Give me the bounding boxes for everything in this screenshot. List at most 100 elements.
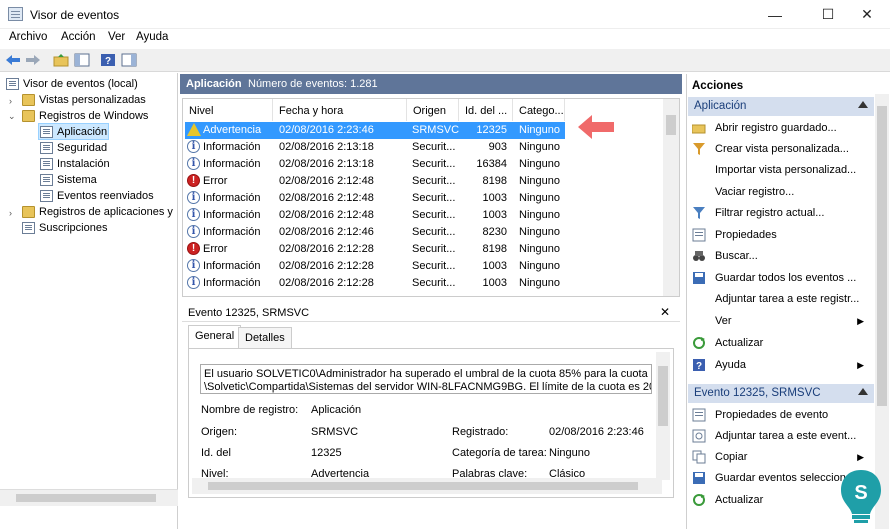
collapse-caret-icon[interactable] <box>858 388 868 395</box>
blank-icon <box>692 185 706 199</box>
filter-icon <box>692 142 706 156</box>
tree-item-aplicacion[interactable]: Aplicación <box>40 124 107 140</box>
submenu-arrow-icon: ▶ <box>857 315 864 326</box>
action-item[interactable]: Actualizar <box>690 333 870 353</box>
cell-date: 02/08/2016 2:13:18 <box>279 158 374 170</box>
action-item[interactable]: Importar vista personalizad... <box>690 160 870 180</box>
chevron-down-icon[interactable]: ⌄ <box>8 111 16 122</box>
tree-item-registros-aplicaciones[interactable]: Registros de aplicaciones y s <box>22 204 176 220</box>
forward-arrow-icon[interactable] <box>24 52 41 68</box>
action-item[interactable]: Crear vista personalizada... <box>690 139 870 159</box>
show-actions-icon[interactable] <box>120 52 137 68</box>
log-header: Aplicación Número de eventos: 1.281 <box>180 74 682 94</box>
action-item[interactable]: Copiar ▶ <box>690 447 870 467</box>
save-icon <box>692 471 706 485</box>
event-message[interactable]: El usuario SOLVETIC0\Administrador ha su… <box>200 364 652 394</box>
event-detail-title: Evento 12325, SRMSVC <box>188 307 310 319</box>
actions-section-evento[interactable]: Evento 12325, SRMSVC <box>688 384 874 403</box>
tree-item-instalacion[interactable]: Instalación <box>40 156 110 172</box>
menu-ayuda[interactable]: Ayuda <box>136 31 168 43</box>
action-item[interactable]: Buscar... <box>690 246 870 266</box>
log-name-value: Aplicación <box>311 404 362 416</box>
scrollbar-thumb[interactable] <box>658 366 668 426</box>
column-header-nivel[interactable]: Nivel <box>183 99 273 121</box>
menu-archivo[interactable]: Archivo <box>9 31 47 43</box>
title-bar: Visor de eventos — ☐ ✕ <box>0 0 890 29</box>
grid-vertical-scrollbar[interactable] <box>663 99 679 296</box>
tab-detalles[interactable]: Detalles <box>238 327 292 348</box>
action-item[interactable]: Guardar todos los eventos ... <box>690 268 870 288</box>
table-row[interactable]: ! Error 02/08/2016 2:12:28 Securit... 8198 Ni… <box>183 241 663 258</box>
event-id-value: 12325 <box>311 447 342 459</box>
cell-level: Información <box>203 141 261 153</box>
chevron-right-icon[interactable]: › <box>9 208 12 218</box>
window-title: Visor de eventos <box>30 8 120 22</box>
cell-level: Información <box>203 158 261 170</box>
event-id-label: Id. del <box>201 447 231 459</box>
save-icon <box>692 271 706 285</box>
table-row[interactable]: i Información 02/08/2016 2:12:48 Securit...… <box>183 207 663 224</box>
close-detail-icon[interactable]: ✕ <box>660 305 670 319</box>
table-row[interactable]: i Información 02/08/2016 2:12:48 Securit...… <box>183 190 663 207</box>
action-item[interactable]: Propiedades de evento <box>690 405 870 425</box>
tree-item-sistema[interactable]: Sistema <box>40 172 97 188</box>
table-row[interactable]: i Información 02/08/2016 2:13:18 Securit...… <box>183 139 663 156</box>
scrollbar-thumb[interactable] <box>208 482 638 490</box>
action-item[interactable]: Propiedades <box>690 225 870 245</box>
action-item[interactable]: Vaciar registro... <box>690 182 870 202</box>
folder-up-icon[interactable] <box>52 52 69 68</box>
action-item[interactable]: Adjuntar tarea a este event... <box>690 426 870 446</box>
action-item[interactable]: Ver ▶ <box>690 311 870 331</box>
column-header-id[interactable]: Id. del ... <box>459 99 513 121</box>
detail-vertical-scrollbar[interactable] <box>656 352 670 480</box>
table-row[interactable]: i Información 02/08/2016 2:12:46 Securit...… <box>183 224 663 241</box>
message-line-2: \Solvetic\Compartida\Sistemas del servid… <box>204 381 652 393</box>
table-row[interactable]: i Información 02/08/2016 2:13:18 Securit...… <box>183 156 663 173</box>
column-header-categoria[interactable]: Catego... <box>513 99 565 121</box>
cell-category: Ninguno <box>519 260 560 272</box>
scrollbar-thumb[interactable] <box>666 115 676 135</box>
minimize-button[interactable]: — <box>752 0 798 29</box>
error-icon: ! <box>187 174 200 187</box>
menu-ver[interactable]: Ver <box>108 31 125 43</box>
close-button[interactable]: ✕ <box>844 0 890 29</box>
collapse-caret-icon[interactable] <box>858 101 868 108</box>
action-label: Copiar <box>715 451 748 463</box>
action-item[interactable]: Abrir registro guardado... <box>690 118 870 138</box>
tree-item-suscripciones[interactable]: Suscripciones <box>22 220 107 236</box>
chevron-right-icon[interactable]: › <box>9 96 12 106</box>
cell-category: Ninguno <box>519 192 560 204</box>
tree-item-registros-windows[interactable]: Registros de Windows <box>22 108 148 124</box>
tree-item-eventos-reenviados[interactable]: Eventos reenviados <box>40 188 154 204</box>
cell-id: 12325 <box>476 124 507 136</box>
cell-source: Securit... <box>412 192 456 204</box>
submenu-arrow-icon: ▶ <box>857 359 864 370</box>
column-header-origen[interactable]: Origen <box>407 99 459 121</box>
table-row[interactable]: i Información 02/08/2016 2:12:28 Securit...… <box>183 275 663 292</box>
action-item[interactable]: Filtrar registro actual... <box>690 203 870 223</box>
action-item[interactable]: ? Ayuda ▶ <box>690 355 870 375</box>
table-row[interactable]: ! Error 02/08/2016 2:12:48 Securit... 8198 Ni… <box>183 173 663 190</box>
tree-item-seguridad[interactable]: Seguridad <box>40 140 107 156</box>
actions-vertical-scrollbar[interactable] <box>875 94 889 529</box>
tree-horizontal-scrollbar[interactable] <box>0 489 178 506</box>
tree-item-vistas-personalizadas[interactable]: Vistas personalizadas <box>22 92 146 108</box>
action-item[interactable]: Adjuntar tarea a este registr... <box>690 289 870 309</box>
svg-text:S: S <box>854 482 867 504</box>
table-row[interactable]: i Información 02/08/2016 2:12:28 Securit...… <box>183 258 663 275</box>
help-icon[interactable]: ? <box>99 52 116 68</box>
cell-date: 02/08/2016 2:12:48 <box>279 192 374 204</box>
toolbar: ? <box>0 49 890 72</box>
scrollbar-thumb[interactable] <box>16 494 156 502</box>
actions-section-aplicacion[interactable]: Aplicación <box>688 97 874 116</box>
scrollbar-thumb[interactable] <box>877 106 887 406</box>
back-arrow-icon[interactable] <box>4 52 21 68</box>
detail-horizontal-scrollbar[interactable] <box>192 478 662 494</box>
tab-general[interactable]: General <box>188 325 242 348</box>
svg-text:?: ? <box>696 361 702 372</box>
properties-icon <box>692 228 706 242</box>
column-header-fecha[interactable]: Fecha y hora <box>273 99 407 121</box>
tree-root[interactable]: Visor de eventos (local) <box>6 76 138 92</box>
show-tree-icon[interactable] <box>73 52 90 68</box>
menu-accion[interactable]: Acción <box>61 31 96 43</box>
